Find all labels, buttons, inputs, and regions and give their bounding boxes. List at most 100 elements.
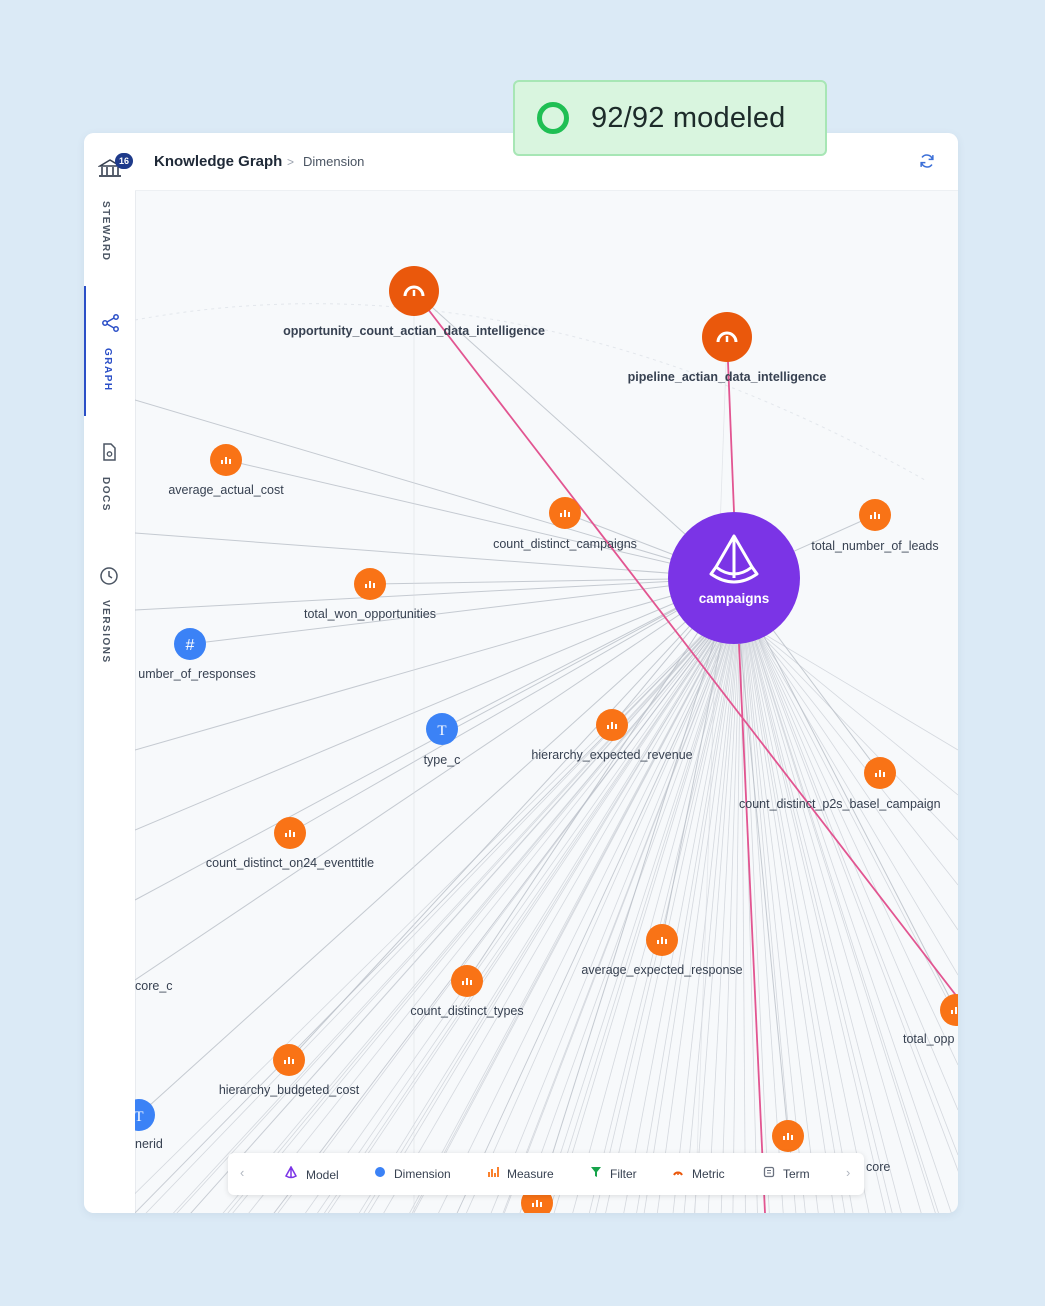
graph-edge: [540, 617, 735, 1213]
breadcrumb-separator: >: [287, 155, 295, 169]
graph-node-number-of-responses[interactable]: #: [174, 628, 206, 660]
node-label-core-c: core_c: [135, 979, 173, 993]
graph-node-total-number-of-leads[interactable]: [859, 499, 891, 531]
breadcrumb-current: Dimension: [303, 154, 365, 169]
graph-node-count-distinct-campaigns[interactable]: [549, 497, 581, 529]
node-label: umber_of_responses: [138, 667, 255, 681]
node-label: opportunity_count_actian_data_intelligen…: [283, 324, 545, 338]
graph-legend: ‹ Model Dimension Measure Filter Metric …: [228, 1153, 864, 1195]
node-label: hierarchy_expected_revenue: [531, 748, 692, 762]
modeled-count-text: 92/92 modeled: [591, 101, 786, 134]
graph-edge: [553, 617, 736, 1213]
sidebar-item-label: VERSIONS: [100, 600, 111, 664]
graph-edge: [225, 459, 735, 579]
breadcrumb-knowledge-graph[interactable]: Knowledge Graph: [154, 153, 282, 170]
sidebar-item-graph[interactable]: GRAPH: [84, 286, 137, 416]
metric-gauge-icon: [673, 1171, 683, 1176]
graph-edge: [720, 617, 741, 1213]
node-label: total_number_of_leads: [811, 539, 938, 553]
graph-edge: [323, 617, 727, 1213]
refresh-icon[interactable]: [918, 152, 936, 170]
graph-edge: [572, 617, 736, 1213]
graph-edge: [232, 617, 724, 1213]
graph-edge: [248, 617, 725, 1213]
progress-ring-icon: [537, 102, 569, 134]
sidebar: 16 STEWARD GRAPH DOCS VERSIONS: [84, 133, 136, 1213]
node-label: total_opp: [903, 1032, 954, 1046]
legend-prev-arrow[interactable]: ‹: [240, 1165, 244, 1180]
knowledge-graph-canvas[interactable]: opportunity_count_actian_data_intelligen…: [135, 190, 958, 1213]
model-icon: [284, 1165, 298, 1179]
graph-edge: [595, 617, 737, 1213]
node-label: average_actual_cost: [168, 483, 284, 497]
graph-edge: [288, 577, 735, 1061]
node-label: count_distinct_campaigns: [493, 537, 637, 551]
graph-edge: [189, 577, 735, 645]
sidebar-item-versions[interactable]: VERSIONS: [84, 563, 135, 673]
graph-edge: [413, 617, 731, 1213]
svg-text:T: T: [437, 723, 446, 739]
graph-node-average-expected-response[interactable]: [646, 924, 678, 956]
document-icon: [103, 443, 116, 461]
node-label: count_distinct_on24_eventtitle: [206, 856, 374, 870]
modeled-status-badge: 92/92 modeled: [513, 80, 827, 156]
clock-icon: [100, 567, 118, 585]
graph-edge: [358, 617, 728, 1213]
legend-item-term[interactable]: Term: [763, 1166, 810, 1181]
graph-node-pipeline[interactable]: pipeline_actian_data_intelligence: [628, 312, 827, 384]
graph-node-type-c[interactable]: T: [426, 713, 458, 745]
node-label: pipeline_actian_data_intelligence: [628, 370, 827, 384]
graph-edge: [222, 617, 724, 1213]
node-label: average_expected_response: [581, 963, 742, 977]
sidebar-item-docs[interactable]: DOCS: [84, 435, 135, 525]
graph-node-opportunity-count[interactable]: opportunity_count_actian_data_intelligen…: [283, 266, 545, 338]
svg-text:T: T: [135, 1109, 144, 1125]
graph-edge: [672, 617, 739, 1213]
graph-node-hierarchy-expected-revenue[interactable]: [596, 709, 628, 741]
graph-edge: [636, 617, 738, 1213]
graph-edge: [733, 577, 957, 1011]
filter-icon: [591, 1167, 601, 1177]
graph-edge: [656, 617, 739, 1213]
legend-item-measure[interactable]: Measure: [487, 1166, 554, 1181]
legend-item-model[interactable]: Model: [284, 1165, 339, 1183]
graph-edge: [438, 617, 731, 1213]
graph-node-campaigns-model[interactable]: campaigns: [668, 512, 800, 644]
node-label: count_distinct_p2s_basel_campaign: [739, 797, 941, 811]
notification-count-badge: 16: [115, 153, 133, 169]
graph-node-average-actual-cost[interactable]: [210, 444, 242, 476]
legend-item-filter[interactable]: Filter: [590, 1166, 637, 1181]
measure-bars-icon: [488, 1167, 499, 1177]
svg-text:#: #: [186, 637, 195, 654]
node-label: count_distinct_types: [410, 1004, 523, 1018]
legend-item-metric[interactable]: Metric: [672, 1166, 725, 1181]
share-graph-icon: [102, 314, 119, 332]
graph-svg[interactable]: opportunity_count_actian_data_intelligen…: [135, 190, 958, 1213]
graph-edge: [135, 532, 735, 579]
sidebar-item-steward[interactable]: STEWARD: [100, 201, 111, 262]
node-label: hierarchy_budgeted_cost: [219, 1083, 360, 1097]
graph-edge: [409, 617, 730, 1213]
graph-edge: [733, 577, 789, 1137]
graph-node-bottom-measure-right[interactable]: [772, 1120, 804, 1152]
graph-node-total-opp[interactable]: [940, 994, 958, 1026]
graph-edge: [745, 617, 870, 1213]
node-label: total_won_opportunities: [304, 607, 436, 621]
graph-edge: [746, 617, 922, 1213]
graph-edge: [694, 336, 728, 1213]
app-window: 16 STEWARD GRAPH DOCS VERSIONS Knowledge…: [84, 133, 958, 1213]
sidebar-item-label: DOCS: [100, 477, 111, 512]
graph-node-total-won-opportunities[interactable]: [354, 568, 386, 600]
graph-node-count-distinct-p2s[interactable]: [864, 757, 896, 789]
model-node-label: campaigns: [699, 591, 770, 606]
graph-node-hierarchy-budgeted-cost[interactable]: [273, 1044, 305, 1076]
graph-edge: [317, 617, 727, 1213]
legend-next-arrow[interactable]: ›: [846, 1165, 850, 1180]
graph-node-count-distinct-on24[interactable]: [274, 817, 306, 849]
node-label: type_c: [424, 753, 461, 767]
graph-edge: [742, 617, 784, 1213]
legend-item-dimension[interactable]: Dimension: [374, 1166, 451, 1181]
graph-edge: [190, 617, 722, 1213]
graph-node-count-distinct-types[interactable]: [451, 965, 483, 997]
graph-edge: [753, 627, 958, 1156]
